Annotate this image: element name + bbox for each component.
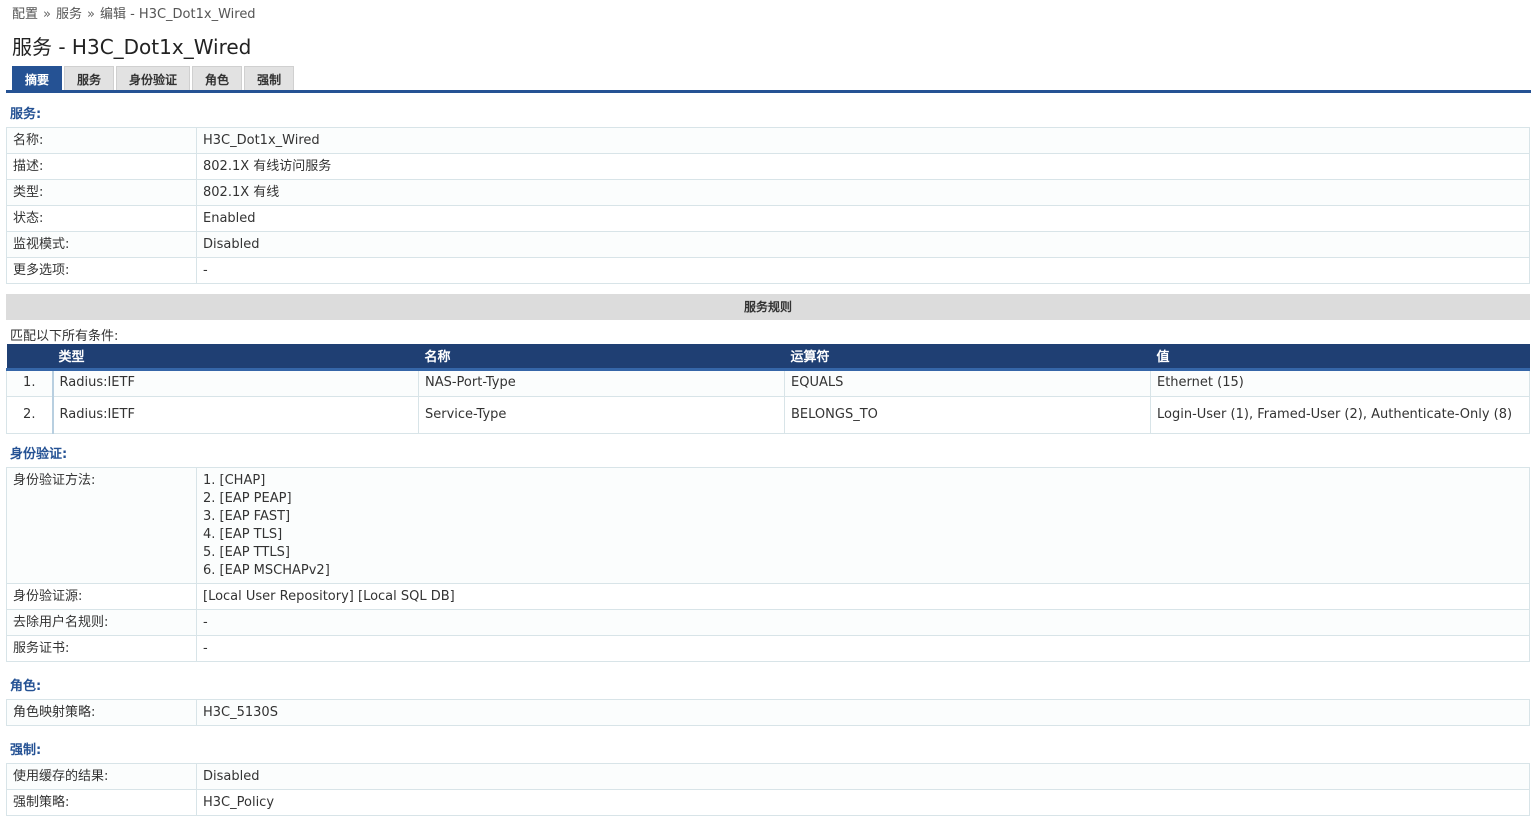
- row-label: 强制策略:: [7, 790, 197, 815]
- row-value: -: [203, 641, 208, 656]
- column-header-index: [6, 344, 53, 371]
- rule-value: Login-User (1), Framed-User (2), Authent…: [1150, 395, 1530, 434]
- service-row-name: 名称: H3C_Dot1x_Wired: [7, 128, 1529, 154]
- auth-methods-list: 1. [CHAP] 2. [EAP PEAP] 3. [EAP FAST] 4.…: [197, 468, 1529, 583]
- list-item: 2. [EAP PEAP]: [203, 491, 292, 506]
- rule-type: Radius:IETF: [52, 368, 419, 397]
- breadcrumb-services-link[interactable]: 服务: [56, 7, 82, 22]
- row-value: 802.1X 有线访问服务: [203, 159, 332, 174]
- breadcrumb-config-link[interactable]: 配置: [12, 7, 38, 22]
- auth-row-methods: 身份验证方法: 1. [CHAP] 2. [EAP PEAP] 3. [EAP …: [7, 468, 1529, 584]
- list-item: 1. [CHAP]: [203, 473, 266, 488]
- row-value: Enabled: [203, 211, 256, 226]
- service-summary-table: 名称: H3C_Dot1x_Wired 描述: 802.1X 有线访问服务 类型…: [6, 127, 1530, 284]
- row-value: H3C_Dot1x_Wired: [203, 133, 320, 148]
- service-row-more-options: 更多选项: -: [7, 258, 1529, 283]
- service-rules-header: 服务规则: [6, 294, 1530, 320]
- tab-service[interactable]: 服务: [64, 66, 115, 91]
- tab-authentication[interactable]: 身份验证: [116, 66, 191, 91]
- row-label: 更多选项:: [7, 258, 197, 283]
- row-label: 身份验证方法:: [7, 468, 197, 583]
- breadcrumb-separator: »: [87, 7, 95, 22]
- row-label: 类型:: [7, 180, 197, 205]
- table-row: 1. Radius:IETF NAS-Port-Type EQUALS Ethe…: [6, 368, 1530, 397]
- row-value: Disabled: [203, 769, 260, 784]
- roles-section-title: 角色:: [10, 679, 42, 694]
- list-item: 3. [EAP FAST]: [203, 509, 291, 524]
- roles-summary-table: 角色映射策略: H3C_5130S: [6, 699, 1530, 726]
- rule-operator: BELONGS_TO: [784, 395, 1151, 434]
- table-row: 2. Radius:IETF Service-Type BELONGS_TO L…: [6, 395, 1530, 434]
- list-item: 6. [EAP MSCHAPv2]: [203, 563, 330, 578]
- row-label: 身份验证源:: [7, 584, 197, 609]
- authentication-summary-table: 身份验证方法: 1. [CHAP] 2. [EAP PEAP] 3. [EAP …: [6, 467, 1530, 662]
- row-label: 状态:: [7, 206, 197, 231]
- rule-index: 1.: [6, 368, 54, 397]
- tab-summary[interactable]: 摘要: [12, 66, 63, 91]
- breadcrumb: 配置 » 服务 » 编辑 - H3C_Dot1x_Wired: [12, 3, 256, 22]
- enforcement-summary-table: 使用缓存的结果: Disabled 强制策略: H3C_Policy: [6, 763, 1530, 816]
- row-value: [Local User Repository] [Local SQL DB]: [203, 589, 455, 604]
- row-label: 去除用户名规则:: [7, 610, 197, 635]
- tab-enforcement[interactable]: 强制: [244, 66, 295, 91]
- row-value: H3C_Policy: [203, 795, 275, 810]
- list-item: 5. [EAP TTLS]: [203, 545, 290, 560]
- column-header-operator: 运算符: [784, 344, 1151, 371]
- row-value: 802.1X 有线: [203, 185, 280, 200]
- row-value: H3C_5130S: [203, 705, 278, 720]
- auth-row-strip-username: 去除用户名规则: -: [7, 610, 1529, 636]
- service-section-title: 服务:: [10, 107, 42, 122]
- row-value: -: [203, 615, 208, 630]
- auth-row-server-certificate: 服务证书: -: [7, 636, 1529, 661]
- row-label: 监视模式:: [7, 232, 197, 257]
- column-header-type: 类型: [52, 344, 419, 371]
- row-label: 使用缓存的结果:: [7, 764, 197, 789]
- column-header-name: 名称: [418, 344, 785, 371]
- column-header-value: 值: [1150, 344, 1530, 371]
- rule-index: 2.: [6, 395, 54, 434]
- service-row-monitor-mode: 监视模式: Disabled: [7, 232, 1529, 258]
- rule-name: NAS-Port-Type: [418, 368, 785, 397]
- service-rules-table: 类型 名称 运算符 值 1. Radius:IETF NAS-Port-Type…: [6, 344, 1530, 434]
- row-label: 描述:: [7, 154, 197, 179]
- list-item: 4. [EAP TLS]: [203, 527, 283, 542]
- roles-row-mapping-policy: 角色映射策略: H3C_5130S: [7, 700, 1529, 725]
- row-value: -: [203, 263, 208, 278]
- rule-value: Ethernet (15): [1150, 368, 1530, 397]
- rule-name: Service-Type: [418, 395, 785, 434]
- service-row-description: 描述: 802.1X 有线访问服务: [7, 154, 1529, 180]
- tab-bar: 摘要 服务 身份验证 角色 强制: [12, 66, 295, 91]
- authentication-section-title: 身份验证:: [10, 447, 68, 462]
- tab-underline: [6, 90, 1531, 93]
- row-label: 角色映射策略:: [7, 700, 197, 725]
- table-header-row: 类型 名称 运算符 值: [6, 344, 1530, 371]
- auth-row-sources: 身份验证源: [Local User Repository] [Local SQ…: [7, 584, 1529, 610]
- row-value: Disabled: [203, 237, 260, 252]
- row-label: 服务证书:: [7, 636, 197, 661]
- service-row-status: 状态: Enabled: [7, 206, 1529, 232]
- enforcement-row-cached-results: 使用缓存的结果: Disabled: [7, 764, 1529, 790]
- enforcement-section-title: 强制:: [10, 743, 42, 758]
- tab-roles[interactable]: 角色: [192, 66, 243, 91]
- breadcrumb-separator: »: [43, 7, 51, 22]
- enforcement-row-policy: 强制策略: H3C_Policy: [7, 790, 1529, 815]
- rule-type: Radius:IETF: [52, 395, 419, 434]
- row-label: 名称:: [7, 128, 197, 153]
- breadcrumb-current: 编辑 - H3C_Dot1x_Wired: [99, 7, 256, 22]
- page-title: 服务 - H3C_Dot1x_Wired: [12, 35, 252, 59]
- rule-operator: EQUALS: [784, 368, 1151, 397]
- match-conditions-text: 匹配以下所有条件:: [10, 329, 119, 344]
- service-row-type: 类型: 802.1X 有线: [7, 180, 1529, 206]
